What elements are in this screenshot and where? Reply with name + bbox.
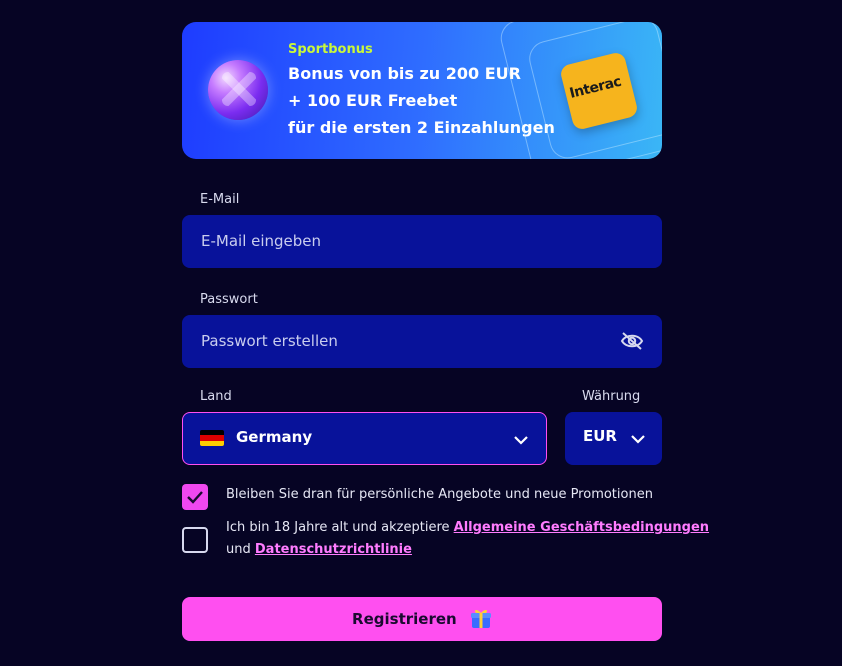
sportbonus-banner[interactable]: Sportbonus Bonus von bis zu 200 EUR + 10… — [182, 22, 662, 159]
soccer-ball-icon — [208, 60, 268, 120]
email-label: E-Mail — [200, 192, 240, 207]
chevron-down-icon — [631, 435, 645, 444]
terms-text: Ich bin 18 Jahre alt und akzeptiere Allg… — [226, 517, 709, 561]
promotions-text: Bleiben Sie dran für persönliche Angebot… — [226, 487, 653, 502]
email-placeholder: E-Mail eingeben — [201, 232, 322, 250]
registration-form: Sportbonus Bonus von bis zu 200 EUR + 10… — [182, 22, 709, 641]
currency-value: EUR — [583, 427, 617, 445]
terms-prefix: Ich bin 18 Jahre alt und akzeptiere — [226, 520, 450, 535]
germany-flag-icon — [200, 430, 224, 446]
email-field[interactable]: E-Mail eingeben — [182, 215, 662, 268]
terms-checkbox[interactable] — [182, 527, 208, 553]
banner-kicker: Sportbonus — [288, 42, 373, 57]
gift-icon — [470, 609, 491, 628]
register-button[interactable]: Registrieren — [182, 597, 662, 641]
currency-label: Währung — [582, 389, 641, 404]
interac-logo-text: Interac — [567, 73, 623, 102]
terms-link[interactable]: Allgemeine Geschäftsbedingungen — [454, 520, 709, 535]
checkmark-icon — [187, 491, 203, 504]
eye-off-icon[interactable] — [620, 331, 644, 351]
password-placeholder: Passwort erstellen — [201, 332, 338, 350]
currency-select[interactable]: EUR — [565, 412, 662, 465]
password-field[interactable]: Passwort erstellen — [182, 315, 662, 368]
banner-line-1: Bonus von bis zu 200 EUR — [288, 64, 521, 83]
banner-line-2: + 100 EUR Freebet — [288, 91, 458, 110]
banner-line-3: für die ersten 2 Einzahlungen — [288, 118, 555, 137]
password-label: Passwort — [200, 292, 258, 307]
country-value: Germany — [236, 428, 313, 446]
terms-and: und — [226, 542, 251, 557]
register-label: Registrieren — [352, 610, 457, 628]
country-select[interactable]: Germany — [182, 412, 547, 465]
promotions-checkbox[interactable] — [182, 484, 208, 510]
privacy-link[interactable]: Datenschutzrichtlinie — [255, 542, 412, 557]
chevron-down-icon — [514, 436, 528, 445]
country-label: Land — [200, 389, 232, 404]
